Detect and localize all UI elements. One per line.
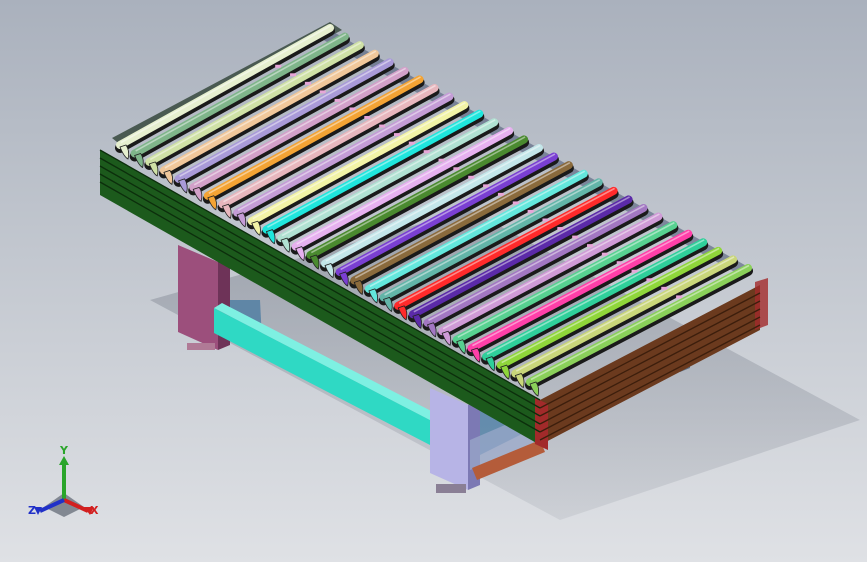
chain-link [631,269,638,273]
chain-link [527,209,534,213]
chain-link [453,167,460,171]
z-axis-label: Z [28,504,36,517]
conveyor-model[interactable] [0,0,867,562]
back-leg [178,245,218,350]
front-leg [430,388,468,490]
chain-link [393,133,400,137]
chain-link [483,184,490,188]
chain-link [379,124,386,128]
chain-link [616,261,623,265]
graphics-viewport[interactable]: Y X Z [0,0,867,562]
chain-link [334,98,341,102]
view-orientation-triad[interactable]: Y X Z [24,445,104,525]
chain-link [587,244,594,248]
chain-link [304,81,311,85]
chain-link [542,218,549,222]
chain-link [497,192,504,196]
chain-link [661,286,668,290]
chain-link [557,227,564,231]
chain-link [423,150,430,154]
chain-link [319,90,326,94]
chain-link [408,141,415,145]
chain-link [349,107,356,111]
y-axis-label: Y [60,444,68,457]
chain-link [512,201,519,205]
chain-link [275,64,282,68]
chain-link [676,295,683,299]
chain-link [646,278,653,282]
chain-link [468,175,475,179]
x-axis-label: X [90,504,99,517]
chain-link [364,116,371,120]
chain-link [601,252,608,256]
chain-link [438,158,445,162]
chain-link [572,235,579,239]
chain-link [290,73,297,77]
